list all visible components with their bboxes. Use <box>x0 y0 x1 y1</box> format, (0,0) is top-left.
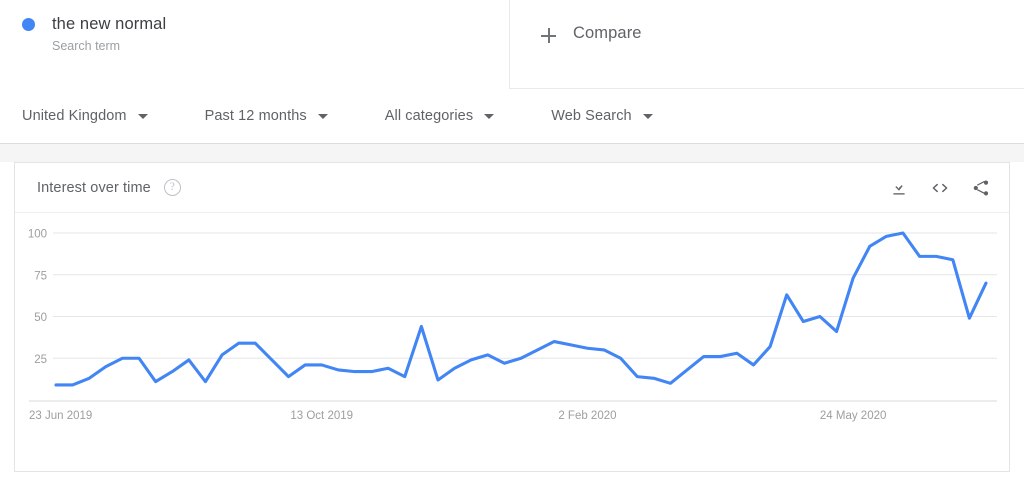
search-term-card[interactable]: the new normal Search term <box>0 0 510 89</box>
chart-line-the-new-normal[interactable] <box>54 231 988 387</box>
filter-search-type-label: Web Search <box>551 108 632 124</box>
card-title: Interest over time <box>37 179 151 196</box>
y-axis-tick-label: 25 <box>34 354 47 366</box>
interest-over-time-card: Interest over time ? 25 50 75 100 23 Jun… <box>14 162 1010 472</box>
interest-over-time-chart[interactable]: 25 50 75 100 23 Jun 2019 13 Oct 2019 2 Feb 202… <box>15 213 1009 471</box>
compare-label: Compare <box>573 24 642 42</box>
compare-button[interactable]: Compare <box>510 0 1024 88</box>
x-axis-tick-label: 23 Jun 2019 <box>29 410 92 422</box>
filter-location-label: United Kingdom <box>22 108 127 124</box>
page-gutter <box>0 144 1024 162</box>
filter-category-label: All categories <box>384 108 474 124</box>
search-term-text: the new normal Search term <box>52 13 166 55</box>
interest-over-time-header: Interest over time ? <box>15 163 1009 213</box>
chevron-down-icon <box>317 113 328 119</box>
filter-time-range[interactable]: Past 12 months <box>205 108 328 124</box>
chevron-down-icon <box>484 113 495 119</box>
chevron-down-icon <box>137 113 148 119</box>
search-term-subtitle: Search term <box>52 39 121 53</box>
share-icon[interactable] <box>971 178 991 198</box>
filter-search-type[interactable]: Web Search <box>551 108 653 124</box>
search-term-title: the new normal <box>52 15 167 33</box>
filter-category[interactable]: All categories <box>384 108 495 124</box>
trends-line-chart[interactable]: 25 50 75 100 23 Jun 2019 13 Oct 2019 2 Feb 202… <box>15 213 1009 471</box>
filter-time-range-label: Past 12 months <box>204 108 307 124</box>
download-icon[interactable] <box>889 178 909 198</box>
card-actions <box>889 178 991 198</box>
x-axis-tick-label: 2 Feb 2020 <box>558 410 616 422</box>
embed-code-icon[interactable] <box>930 178 950 198</box>
help-icon[interactable]: ? <box>163 179 181 196</box>
search-term-strip: the new normal Search term Compare <box>0 0 1024 89</box>
x-axis-tick-label: 24 May 2020 <box>820 410 887 422</box>
y-axis-tick-label: 50 <box>34 312 47 324</box>
chevron-down-icon <box>642 113 653 119</box>
series-color-dot <box>22 18 35 31</box>
y-axis-tick-label: 75 <box>34 270 47 282</box>
filter-bar: United Kingdom Past 12 months All catego… <box>0 89 1024 144</box>
filter-location[interactable]: United Kingdom <box>22 108 148 124</box>
y-axis-tick-label: 100 <box>28 229 47 241</box>
x-axis-tick-label: 13 Oct 2019 <box>290 410 353 422</box>
plus-icon <box>541 28 556 43</box>
